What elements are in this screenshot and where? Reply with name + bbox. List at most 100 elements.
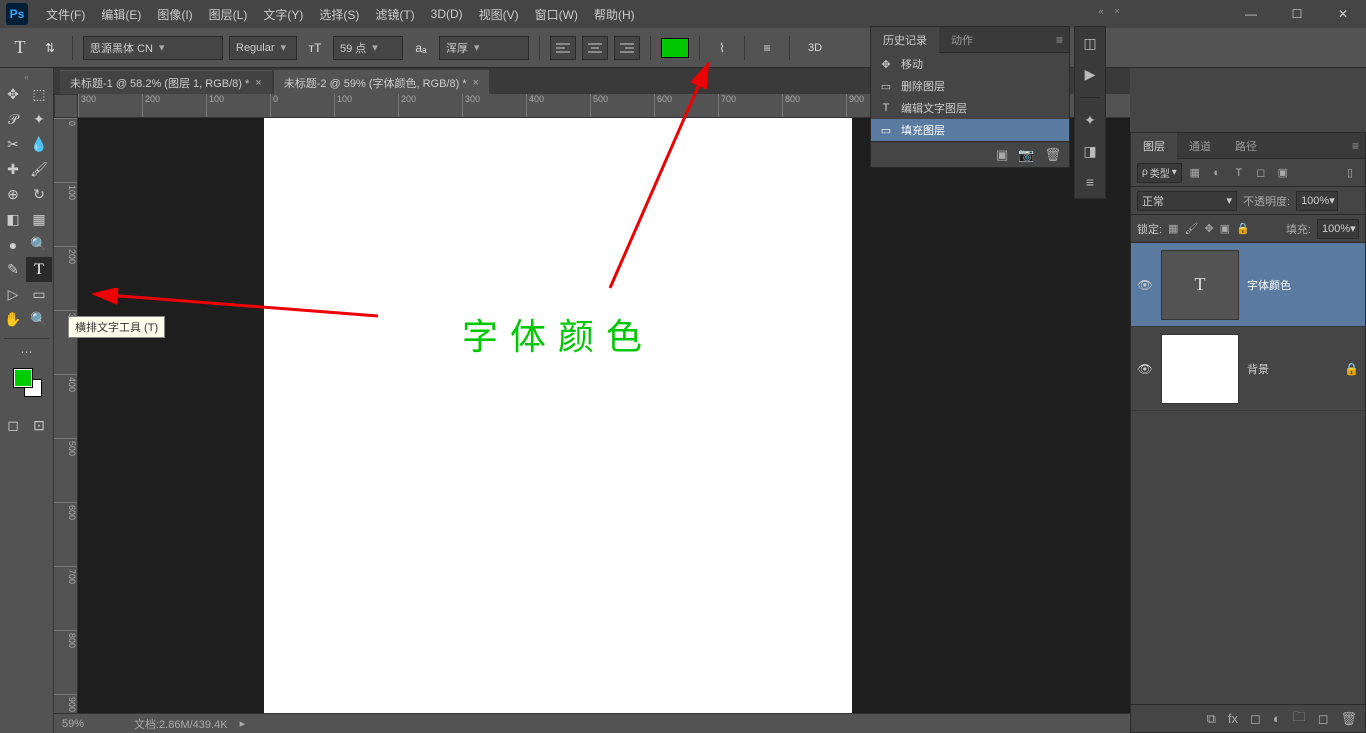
orientation-icon[interactable]: ⇅ — [38, 36, 62, 60]
history-item[interactable]: ▭删除图层 — [871, 75, 1069, 97]
layer-thumbnail[interactable]: T — [1161, 250, 1239, 320]
move-tool[interactable]: ✥ — [0, 82, 26, 107]
gradient-tool[interactable]: ▦ — [26, 207, 52, 232]
font-size-select[interactable]: 59 点 — [333, 36, 403, 60]
group-icon[interactable]: 🗀 — [1293, 708, 1306, 730]
panel-icon-1[interactable]: ◫ — [1083, 35, 1096, 52]
visibility-icon[interactable]: 👁 — [1137, 278, 1153, 292]
marquee-tool[interactable]: ⬚ — [26, 82, 52, 107]
collapse-icon[interactable]: « — [1094, 4, 1108, 18]
lock-all-icon[interactable]: 🔒 — [1236, 222, 1250, 235]
panel-icon-2[interactable]: ▶ — [1085, 66, 1096, 83]
menu-3d[interactable]: 3D(D) — [423, 2, 471, 26]
menu-image[interactable]: 图像(I) — [149, 1, 200, 28]
maximize-button[interactable]: ☐ — [1274, 0, 1320, 28]
eyedropper-tool[interactable]: 💧 — [26, 132, 52, 157]
close-icon[interactable]: × — [255, 77, 261, 89]
crop-tool[interactable]: ✂ — [0, 132, 26, 157]
layer-filter-kind[interactable]: ρ 类型 ▾ — [1137, 163, 1182, 183]
blend-mode-select[interactable]: 正常▾ — [1137, 191, 1237, 211]
layer-thumbnail[interactable] — [1161, 334, 1239, 404]
filter-type-icon[interactable]: T — [1230, 164, 1248, 182]
menu-filter[interactable]: 滤镜(T) — [367, 1, 422, 28]
menu-edit[interactable]: 编辑(E) — [93, 1, 149, 28]
warp-text-icon[interactable]: ⌇ — [710, 36, 734, 60]
doc-size[interactable]: 文档:2.86M/439.4K — [134, 716, 228, 732]
minimize-button[interactable]: — — [1228, 0, 1274, 28]
tab-layers[interactable]: 图层 — [1131, 133, 1177, 159]
tab-channels[interactable]: 通道 — [1177, 133, 1223, 159]
quickmask-tool[interactable]: ◻ — [0, 413, 26, 438]
layer-mask-icon[interactable]: ◻ — [1250, 711, 1261, 727]
character-panel-icon[interactable]: ≡ — [755, 36, 779, 60]
panel-menu-icon[interactable]: ≡ — [1050, 33, 1069, 47]
tab-doc-1[interactable]: 未标题-1 @ 58.2% (图层 1, RGB/8) *× — [60, 70, 272, 94]
lock-position-icon[interactable]: ✥ — [1204, 222, 1213, 235]
layer-item-bg[interactable]: 👁 背景 🔒 — [1131, 327, 1365, 411]
menu-window[interactable]: 窗口(W) — [527, 1, 586, 28]
lock-transparent-icon[interactable]: ▦ — [1168, 222, 1178, 235]
opacity-input[interactable]: 100%▾ — [1296, 191, 1338, 211]
fill-input[interactable]: 100%▾ — [1317, 219, 1359, 239]
panel-icon-5[interactable]: ≡ — [1086, 174, 1094, 190]
magic-wand-tool[interactable]: ✦ — [26, 107, 52, 132]
delete-layer-icon[interactable]: 🗑 — [1340, 711, 1357, 727]
history-item[interactable]: T编辑文字图层 — [871, 97, 1069, 119]
filter-toggle[interactable]: ▯ — [1341, 164, 1359, 182]
menu-view[interactable]: 视图(V) — [471, 1, 527, 28]
panel-menu-icon[interactable]: ≡ — [1346, 139, 1365, 153]
layer-name[interactable]: 背景 — [1247, 361, 1336, 377]
anti-alias-select[interactable]: 浑厚 — [439, 36, 529, 60]
close-icon[interactable]: × — [1110, 4, 1124, 18]
layer-name[interactable]: 字体颜色 — [1247, 277, 1359, 293]
tab-history[interactable]: 历史记录 — [871, 27, 939, 53]
menu-file[interactable]: 文件(F) — [38, 1, 93, 28]
layer-fx-icon[interactable]: fx — [1228, 711, 1238, 726]
screenmode-tool[interactable]: ⊡ — [26, 413, 52, 438]
link-layers-icon[interactable]: ⧉ — [1207, 711, 1216, 727]
canvas[interactable]: 字体颜色 — [264, 118, 852, 713]
align-center-button[interactable] — [582, 36, 608, 60]
filter-smart-icon[interactable]: ▣ — [1274, 164, 1292, 182]
zoom-level[interactable]: 59% — [62, 718, 122, 730]
text-color-swatch[interactable] — [661, 38, 689, 58]
lasso-tool[interactable]: 𝒫 — [0, 107, 26, 132]
tab-actions[interactable]: 动作 — [939, 27, 985, 53]
font-family-select[interactable]: 思源黑体 CN — [83, 36, 223, 60]
menu-layer[interactable]: 图层(L) — [201, 1, 256, 28]
hand-tool[interactable]: ✋ — [0, 307, 26, 332]
tool-preset-icon[interactable]: T — [8, 36, 32, 60]
zoom-tool[interactable]: 🔍 — [26, 307, 52, 332]
close-icon[interactable]: × — [473, 77, 479, 89]
delete-icon[interactable]: 🗑 — [1044, 147, 1061, 163]
align-right-button[interactable] — [614, 36, 640, 60]
status-arrow-icon[interactable]: ▸ — [240, 717, 246, 730]
new-layer-icon[interactable]: ◻ — [1318, 711, 1329, 727]
healing-tool[interactable]: ✚ — [0, 157, 26, 182]
history-item[interactable]: ✥移动 — [871, 53, 1069, 75]
snapshot-icon[interactable]: 📷 — [1018, 147, 1034, 163]
menu-select[interactable]: 选择(S) — [311, 1, 367, 28]
3d-button[interactable]: 3D — [800, 36, 830, 60]
layer-item-text[interactable]: 👁 T 字体颜色 — [1131, 243, 1365, 327]
lock-artboard-icon[interactable]: ▣ — [1220, 222, 1230, 235]
visibility-icon[interactable]: 👁 — [1137, 362, 1153, 376]
filter-pixel-icon[interactable]: ▦ — [1186, 164, 1204, 182]
font-style-select[interactable]: Regular — [229, 36, 297, 60]
history-brush-tool[interactable]: ↻ — [26, 182, 52, 207]
brush-tool[interactable]: 🖌 — [26, 157, 52, 182]
panel-icon-3[interactable]: ✦ — [1084, 112, 1096, 129]
eraser-tool[interactable]: ◧ — [0, 207, 26, 232]
align-left-button[interactable] — [550, 36, 576, 60]
ruler-vertical[interactable]: 0100200300400500600700800900 — [54, 118, 78, 713]
filter-adjust-icon[interactable]: ◐ — [1208, 164, 1226, 182]
tab-paths[interactable]: 路径 — [1223, 133, 1269, 159]
blur-tool[interactable]: ● — [0, 232, 26, 257]
path-select-tool[interactable]: ▷ — [0, 282, 26, 307]
history-item[interactable]: ▭填充图层 — [871, 119, 1069, 141]
new-doc-icon[interactable]: ▣ — [996, 147, 1008, 163]
canvas-background[interactable]: 字体颜色 — [78, 118, 1130, 713]
canvas-text[interactable]: 字体颜色 — [462, 308, 654, 360]
tab-doc-2[interactable]: 未标题-2 @ 59% (字体颜色, RGB/8) *× — [274, 70, 489, 94]
panel-icon-4[interactable]: ◨ — [1083, 143, 1096, 160]
